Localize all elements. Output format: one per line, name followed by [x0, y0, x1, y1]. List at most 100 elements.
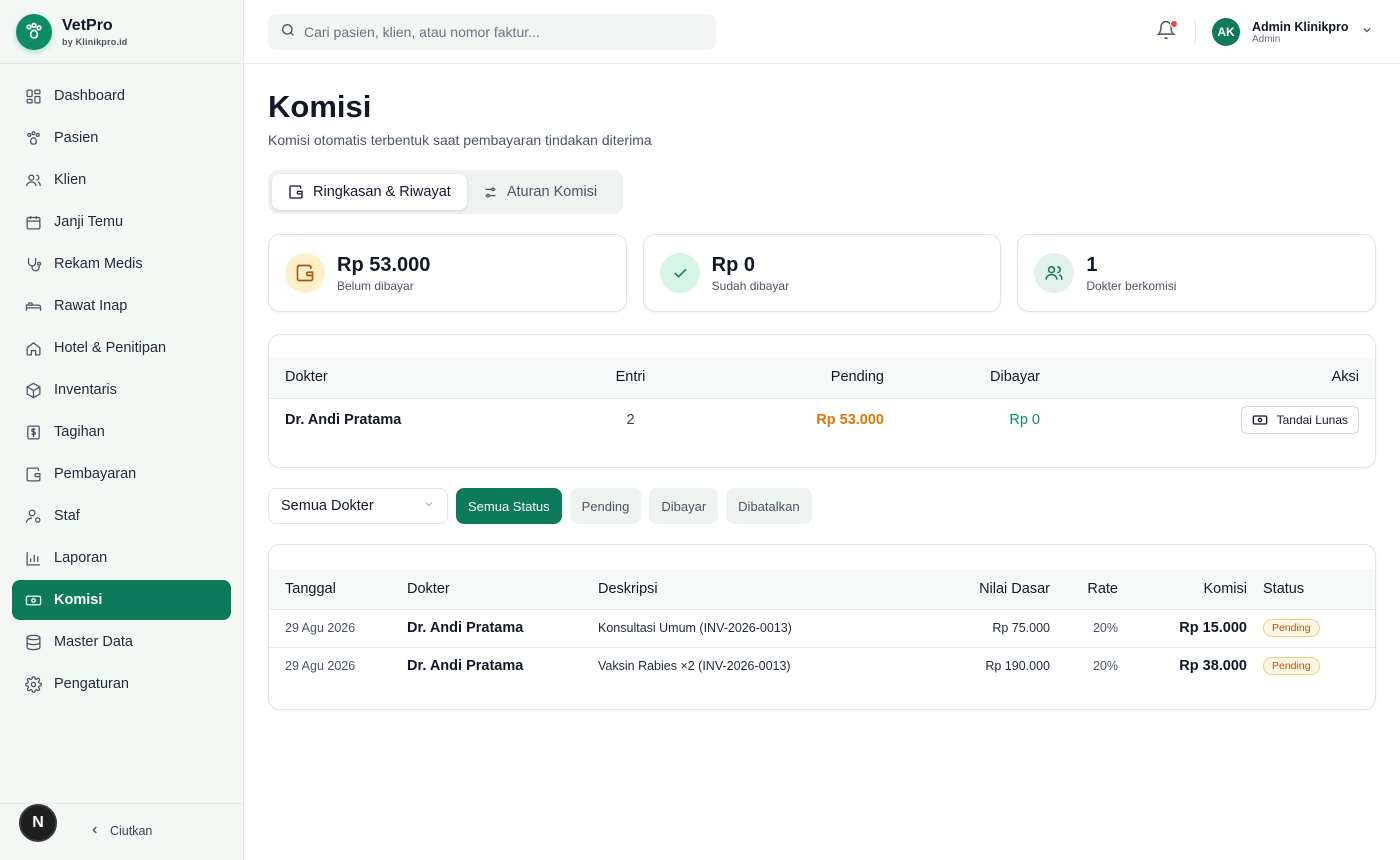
- user-role: Admin: [1252, 33, 1281, 45]
- sidebar-item-staf[interactable]: Staf: [12, 496, 231, 536]
- sidebar-item-master-data[interactable]: Master Data: [12, 622, 231, 662]
- tab-aturan-komisi[interactable]: Aturan Komisi: [467, 174, 613, 210]
- column-header-description: Deskripsi: [598, 569, 850, 610]
- column-header-date: Tanggal: [269, 569, 407, 610]
- sidebar-item-rekam-medis[interactable]: Rekam Medis: [12, 244, 231, 284]
- sidebar-item-inventaris[interactable]: Inventaris: [12, 370, 231, 410]
- sidebar-item-pasien[interactable]: Pasien: [12, 118, 231, 158]
- stats-row: Rp 53.000 Belum dibayar Rp 0 Sudah dibay…: [268, 234, 1377, 312]
- avatar: AK: [1212, 18, 1240, 46]
- status-filter-pending[interactable]: Pending: [569, 488, 642, 524]
- column-header-base-value: Nilai Dasar: [850, 569, 1050, 610]
- column-header-doctor: Dokter: [407, 569, 598, 610]
- stat-value: 1: [1086, 253, 1098, 276]
- chart-icon: [24, 549, 42, 567]
- sidebar-item-laporan[interactable]: Laporan: [12, 538, 231, 578]
- search-input[interactable]: [304, 24, 704, 40]
- wallet-icon: [288, 184, 304, 200]
- check-icon: [659, 253, 700, 293]
- search-box[interactable]: [268, 14, 716, 50]
- status-filter-paid[interactable]: Dibayar: [649, 488, 719, 524]
- stat-card-unpaid: Rp 53.000 Belum dibayar: [268, 234, 627, 312]
- column-header-doctor: Dokter: [269, 357, 531, 399]
- stat-card-paid: Rp 0 Sudah dibayar: [642, 234, 1002, 312]
- brand[interactable]: VetPro by Klinikpro.id: [0, 0, 243, 64]
- sidebar-item-pengaturan[interactable]: Pengaturan: [12, 664, 231, 704]
- sidebar-item-dashboard[interactable]: Dashboard: [12, 76, 231, 116]
- user-menu[interactable]: AK Admin Klinikpro Admin: [1212, 18, 1373, 46]
- tab-label: Aturan Komisi: [506, 184, 598, 200]
- main-content: Komisi Komisi otomatis terbentuk saat pe…: [268, 64, 1377, 710]
- sidebar-item-label: Pasien: [54, 130, 99, 146]
- doctor-name: Dr. Andi Pratama: [285, 412, 402, 429]
- table-header-row: Dokter Entri Pending Dibayar Aksi: [269, 357, 1375, 399]
- sidebar-item-label: Master Data: [54, 634, 133, 650]
- banknote-icon: [24, 591, 42, 609]
- sidebar-item-tagihan[interactable]: Tagihan: [12, 412, 231, 452]
- column-header-status: Status: [1247, 569, 1375, 610]
- commission-history-card: Tanggal Dokter Deskripsi Nilai Dasar Rat…: [268, 544, 1376, 710]
- stat-value: Rp 53.000: [337, 253, 431, 276]
- home-icon: [24, 339, 42, 357]
- search-icon: [280, 22, 296, 43]
- doctor-summary-card: Dokter Entri Pending Dibayar Aksi Dr. An…: [268, 334, 1376, 468]
- sidebar-item-label: Hotel & Penitipan: [54, 340, 167, 356]
- staff-icon: [24, 507, 42, 525]
- stat-value: Rp 0: [711, 253, 756, 276]
- bed-icon: [24, 297, 42, 315]
- doctor-summary-table: Dokter Entri Pending Dibayar Aksi Dr. An…: [269, 357, 1375, 442]
- description-cell: Konsultasi Umum (INV-2026-0013): [598, 609, 850, 648]
- stat-label: Sudah dibayar: [711, 278, 790, 293]
- status-filter-all[interactable]: Semua Status: [456, 488, 562, 524]
- tab-label: Ringkasan & Riwayat: [313, 184, 451, 200]
- status-badge: Pending: [1263, 619, 1320, 637]
- doctor-select[interactable]: Semua Dokter: [268, 488, 448, 524]
- paw-icon: [24, 129, 42, 147]
- invoice-icon: [24, 423, 42, 441]
- status-cell: Pending: [1247, 609, 1375, 648]
- wallet-icon: [24, 465, 42, 483]
- sidebar-item-label: Laporan: [54, 550, 108, 566]
- column-header-entries: Entri: [531, 357, 730, 399]
- date-cell: 29 Agu 2026: [285, 659, 356, 674]
- sidebar-item-label: Komisi: [54, 592, 103, 608]
- base-value-cell: Rp 75.000: [850, 609, 1050, 648]
- collapse-label: Ciutkan: [110, 824, 153, 838]
- stat-card-doctors: 1 Dokter berkomisi: [1017, 234, 1377, 312]
- brand-name: VetPro: [62, 16, 113, 34]
- calendar-icon: [24, 213, 42, 231]
- stat-label: Belum dibayar: [337, 278, 414, 293]
- status-badge: Pending: [1263, 657, 1320, 676]
- column-header-commission: Komisi: [1118, 569, 1247, 610]
- box-icon: [24, 381, 42, 399]
- stat-label: Dokter berkomisi: [1086, 278, 1177, 293]
- notification-bell-icon[interactable]: [1156, 20, 1178, 42]
- table-row: 29 Agu 2026 Dr. Andi Pratama Konsultasi …: [269, 609, 1375, 648]
- column-header-paid: Dibayar: [884, 357, 1040, 399]
- sidebar-item-komisi[interactable]: Komisi: [12, 580, 231, 620]
- page-title: Komisi: [268, 89, 372, 124]
- sidebar-item-rawat-inap[interactable]: Rawat Inap: [12, 286, 231, 326]
- commission-history-table: Tanggal Dokter Deskripsi Nilai Dasar Rat…: [269, 569, 1375, 685]
- stethoscope-icon: [24, 255, 42, 273]
- dev-tools-badge[interactable]: N: [19, 804, 57, 842]
- collapse-sidebar-button[interactable]: Ciutkan: [90, 824, 152, 838]
- doctor-select-value: Semua Dokter: [281, 498, 374, 514]
- gear-icon: [24, 675, 42, 693]
- sidebar-item-janji-temu[interactable]: Janji Temu: [12, 202, 231, 242]
- status-filter-cancelled[interactable]: Dibatalkan: [726, 488, 812, 524]
- sidebar-item-pembayaran[interactable]: Pembayaran: [12, 454, 231, 494]
- sidebar-item-hotel-penitipan[interactable]: Hotel & Penitipan: [12, 328, 231, 368]
- table-row: Dr. Andi Pratama 2 Rp 53.000 Rp 0 Tandai…: [269, 398, 1375, 442]
- sidebar-item-label: Dashboard: [54, 88, 125, 104]
- users-icon: [1034, 253, 1075, 293]
- wallet-icon: [285, 253, 325, 293]
- pending-amount: Rp 53.000: [816, 412, 884, 429]
- sidebar-item-klien[interactable]: Klien: [12, 160, 231, 200]
- brand-subtitle: by Klinikpro.id: [62, 36, 128, 47]
- tab-ringkasan-riwayat[interactable]: Ringkasan & Riwayat: [272, 174, 467, 210]
- sidebar-item-label: Staf: [54, 508, 80, 524]
- sidebar-item-label: Klien: [54, 172, 87, 188]
- mark-paid-button[interactable]: Tandai Lunas: [1240, 406, 1359, 435]
- sidebar-item-label: Pengaturan: [54, 676, 129, 692]
